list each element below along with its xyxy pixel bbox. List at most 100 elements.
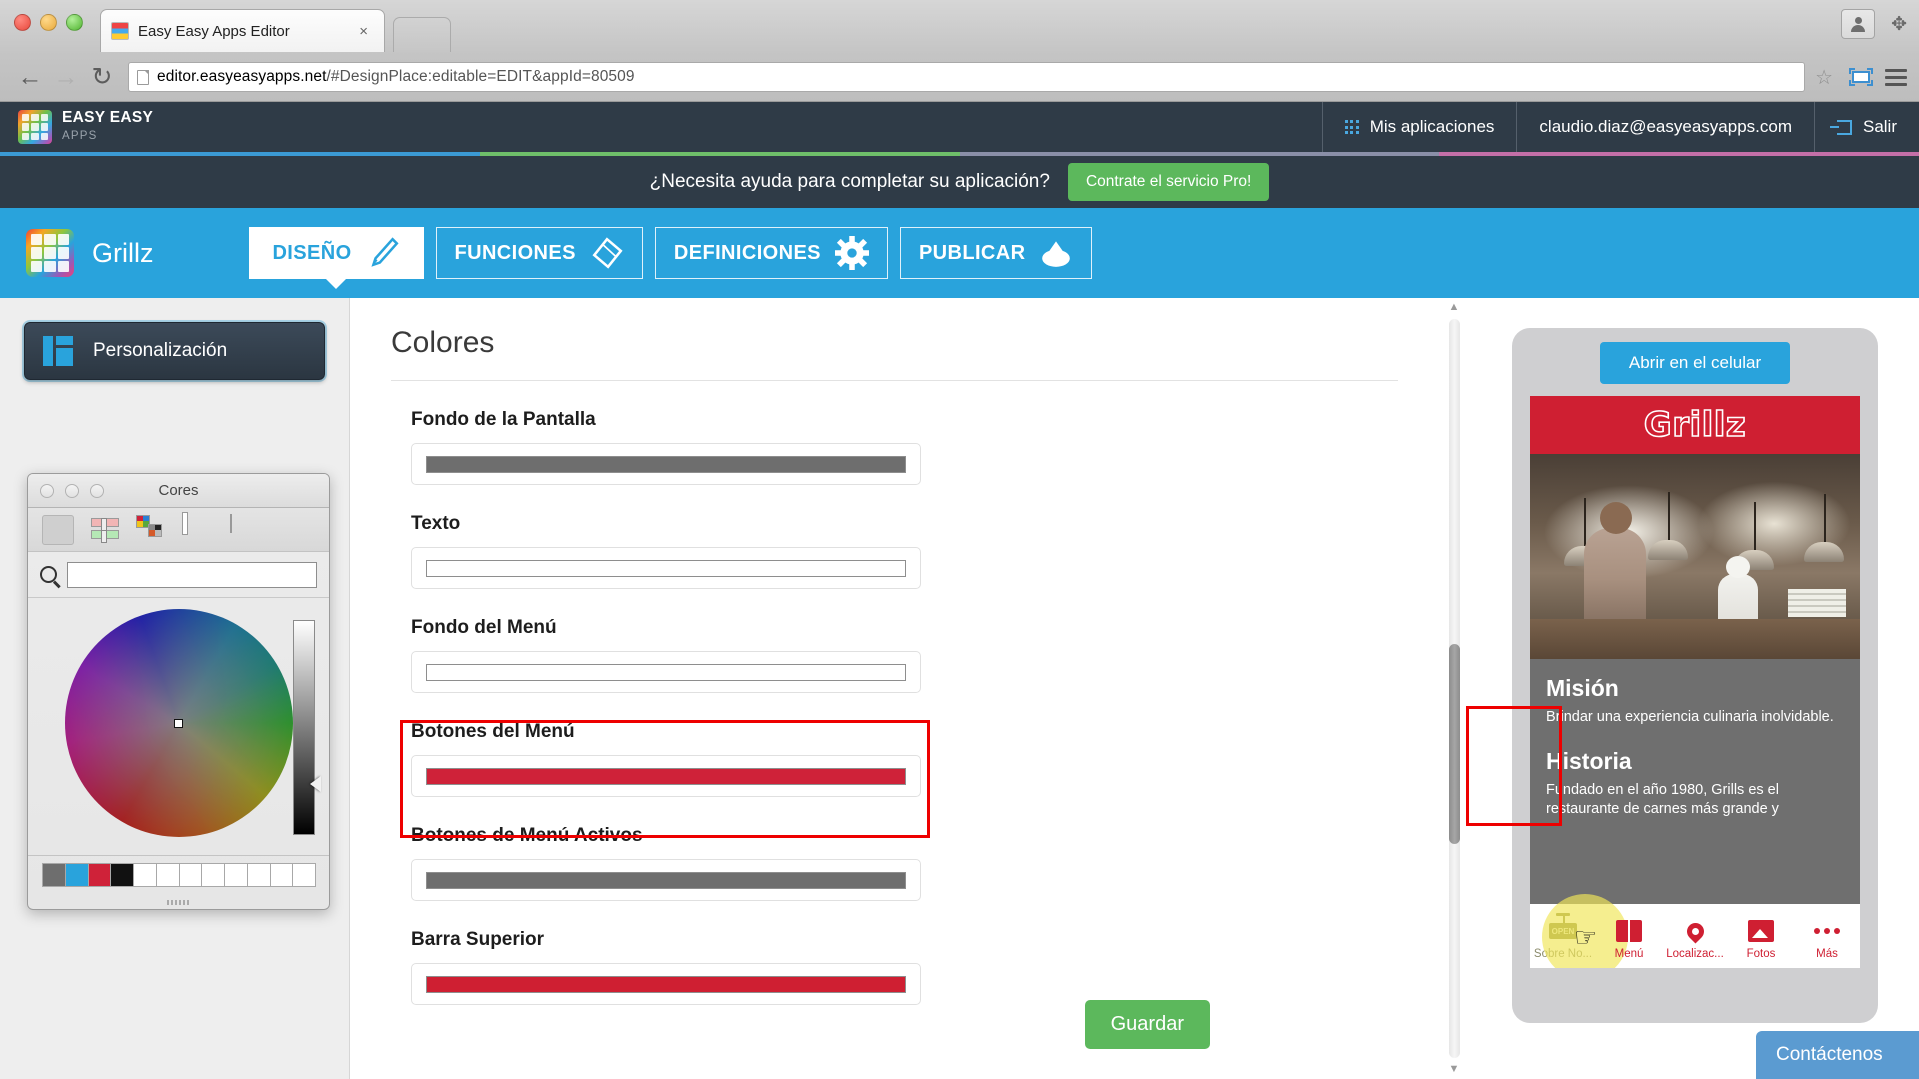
account-email-label: claudio.diaz@easyeasyapps.com bbox=[1539, 117, 1792, 137]
upload-icon bbox=[1039, 236, 1073, 270]
save-button[interactable]: Guardar bbox=[1085, 1000, 1210, 1049]
saved-swatch[interactable] bbox=[65, 863, 89, 887]
sidebar-item-personalizacion[interactable]: Personalización bbox=[24, 322, 325, 380]
color-field-swatch[interactable] bbox=[426, 664, 906, 681]
color-field-swatch[interactable] bbox=[426, 768, 906, 785]
color-field-input[interactable] bbox=[411, 963, 921, 1005]
zoom-window-icon[interactable] bbox=[66, 14, 83, 31]
brightness-slider-knob[interactable] bbox=[310, 776, 321, 792]
brand-line-2: APPS bbox=[62, 130, 97, 142]
preview-tab-mas[interactable]: Más bbox=[1794, 912, 1860, 960]
preview-tab-fotos[interactable]: Fotos bbox=[1728, 912, 1794, 960]
annotation-highlight-preview-tab bbox=[1466, 706, 1562, 826]
bookmark-star-icon[interactable]: ☆ bbox=[1815, 65, 1833, 90]
tab-definiciones[interactable]: DEFINICIONES bbox=[655, 227, 888, 279]
new-tab-button[interactable] bbox=[393, 17, 451, 52]
preview-tab-localizacion[interactable]: Localizac... bbox=[1662, 912, 1728, 960]
saved-swatch[interactable] bbox=[292, 863, 316, 887]
color-field-swatch[interactable] bbox=[426, 560, 906, 577]
brightness-slider[interactable] bbox=[293, 620, 315, 835]
tab-publicar-label: PUBLICAR bbox=[919, 242, 1026, 265]
saved-swatch[interactable] bbox=[110, 863, 134, 887]
saved-swatches-strip[interactable] bbox=[28, 855, 329, 891]
account-email[interactable]: claudio.diaz@easyeasyapps.com bbox=[1516, 102, 1814, 152]
logout-link[interactable]: Salir bbox=[1814, 102, 1919, 152]
easyeasy-brand[interactable]: EASY EASY APPS bbox=[18, 110, 153, 144]
scrollbar-track[interactable] bbox=[1449, 319, 1460, 1058]
saved-swatch[interactable] bbox=[156, 863, 180, 887]
left-sidebar: Personalización Cores bbox=[0, 298, 350, 1079]
window-traffic-lights[interactable] bbox=[14, 14, 83, 31]
contact-drawer-label: Contáctenos bbox=[1776, 1044, 1883, 1066]
saved-swatch[interactable] bbox=[42, 863, 66, 887]
saved-swatch[interactable] bbox=[247, 863, 271, 887]
scroll-down-icon[interactable]: ▼ bbox=[1449, 1060, 1460, 1079]
fullscreen-icon[interactable]: ✥ bbox=[1891, 15, 1907, 34]
gear-icon bbox=[835, 236, 869, 270]
promo-banner: ¿Necesita ayuda para completar su aplica… bbox=[0, 156, 1919, 208]
color-field-input[interactable] bbox=[411, 651, 921, 693]
preview-tab-label: Más bbox=[1816, 948, 1838, 960]
color-picker-titlebar: Cores bbox=[28, 474, 329, 508]
crayons-icon[interactable] bbox=[230, 515, 262, 545]
color-wheel[interactable] bbox=[65, 609, 293, 837]
saved-swatch[interactable] bbox=[201, 863, 225, 887]
phone-screen: Grillz Misión Brindar una experiencia cu… bbox=[1530, 396, 1860, 968]
profile-button[interactable] bbox=[1841, 9, 1875, 39]
preview-tab-menu[interactable]: Menú bbox=[1596, 912, 1662, 960]
minimize-window-icon[interactable] bbox=[40, 14, 57, 31]
color-wheel-area[interactable] bbox=[28, 598, 329, 848]
tab-publicar[interactable]: PUBLICAR bbox=[900, 227, 1093, 279]
image-palette-icon[interactable] bbox=[183, 515, 215, 545]
color-wheel-cursor[interactable] bbox=[174, 719, 183, 728]
color-field-input[interactable] bbox=[411, 859, 921, 901]
color-field-swatch[interactable] bbox=[426, 976, 906, 993]
scrollbar-thumb[interactable] bbox=[1449, 644, 1460, 844]
logout-label: Salir bbox=[1863, 117, 1897, 137]
url-text: editor.easyeasyapps.net/#DesignPlace:edi… bbox=[157, 68, 635, 86]
resize-grip-icon[interactable] bbox=[167, 900, 191, 905]
hire-pro-service-button[interactable]: Contrate el servicio Pro! bbox=[1068, 163, 1269, 201]
app-header: EASY EASY APPS Mis aplicaciones claudio.… bbox=[0, 102, 1919, 152]
ellipsis-icon bbox=[1814, 918, 1840, 944]
cast-icon[interactable] bbox=[1849, 68, 1873, 86]
sliders-icon[interactable] bbox=[89, 515, 121, 545]
saved-swatch[interactable] bbox=[133, 863, 157, 887]
url-input[interactable]: editor.easyeasyapps.net/#DesignPlace:edi… bbox=[128, 62, 1805, 92]
search-icon[interactable] bbox=[40, 566, 57, 583]
saved-swatch[interactable] bbox=[179, 863, 203, 887]
color-field-swatch[interactable] bbox=[426, 456, 906, 473]
favicon-icon bbox=[111, 22, 129, 40]
palettes-icon[interactable] bbox=[136, 515, 168, 545]
saved-swatch[interactable] bbox=[88, 863, 112, 887]
paintbrush-icon bbox=[366, 236, 400, 270]
current-color-field[interactable] bbox=[67, 562, 317, 588]
saved-swatch[interactable] bbox=[270, 863, 294, 887]
contact-drawer[interactable]: Contáctenos bbox=[1756, 1031, 1919, 1079]
color-field-input[interactable] bbox=[411, 755, 921, 797]
my-apps-link[interactable]: Mis aplicaciones bbox=[1322, 102, 1517, 152]
reload-button[interactable]: ↻ bbox=[84, 62, 120, 92]
close-window-icon[interactable] bbox=[14, 14, 31, 31]
forward-button[interactable]: → bbox=[48, 63, 84, 92]
browser-menu-icon[interactable] bbox=[1885, 69, 1907, 86]
color-picker-panel[interactable]: Cores bbox=[27, 473, 330, 910]
url-path: /#DesignPlace:editable=EDIT&appId=80509 bbox=[326, 68, 634, 85]
browser-tab[interactable]: Easy Easy Apps Editor × bbox=[100, 9, 385, 52]
scroll-up-icon[interactable]: ▲ bbox=[1449, 298, 1460, 317]
open-on-mobile-button[interactable]: Abrir en el celular bbox=[1600, 342, 1790, 384]
color-field: Fondo del Menú bbox=[411, 617, 921, 693]
color-field-input[interactable] bbox=[411, 443, 921, 485]
saved-swatch[interactable] bbox=[224, 863, 248, 887]
brand-line-1: EASY EASY bbox=[62, 109, 153, 126]
page-scrollbar[interactable]: ▲ ▼ bbox=[1444, 298, 1464, 1079]
preview-tab-sobre-nosotros[interactable]: OPEN Sobre No... ☞ bbox=[1530, 912, 1596, 960]
tab-diseno[interactable]: DISEÑO bbox=[249, 227, 424, 279]
color-wheel-icon[interactable] bbox=[42, 515, 74, 545]
color-field-swatch[interactable] bbox=[426, 872, 906, 889]
color-field-label: Texto bbox=[411, 513, 921, 535]
close-tab-icon[interactable]: × bbox=[353, 23, 374, 40]
color-field-input[interactable] bbox=[411, 547, 921, 589]
tab-funciones[interactable]: FUNCIONES bbox=[436, 227, 643, 279]
back-button[interactable]: ← bbox=[12, 63, 48, 92]
